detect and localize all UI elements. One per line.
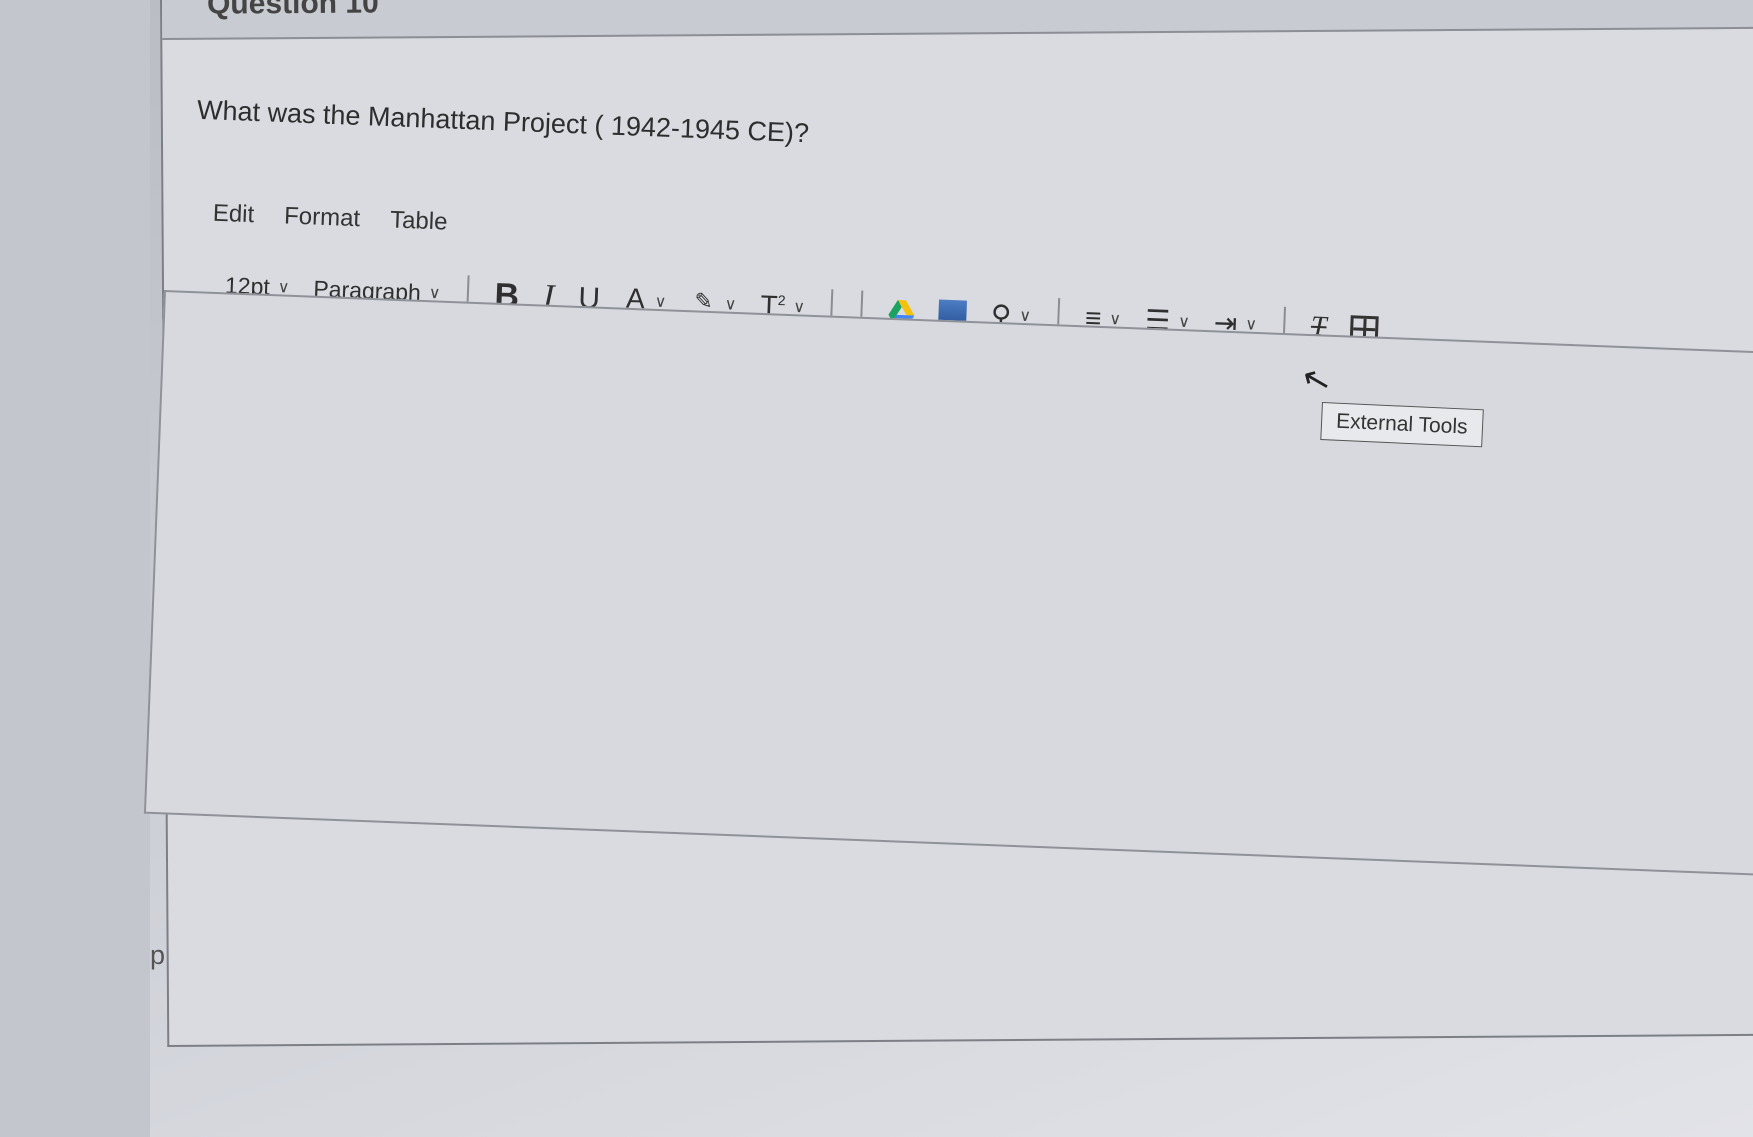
tooltip: External Tools xyxy=(1320,402,1484,448)
editor-menu-bar: Edit Format Table xyxy=(212,200,448,237)
menu-table[interactable]: Table xyxy=(390,206,448,236)
question-card: Question 10 What was the Manhattan Proje… xyxy=(143,0,1753,1047)
rich-text-editor-body[interactable] xyxy=(143,289,1753,879)
menu-edit[interactable]: Edit xyxy=(212,200,254,230)
menu-format[interactable]: Format xyxy=(284,202,361,233)
question-prompt: What was the Manhattan Project ( 1942-19… xyxy=(196,94,810,149)
editor-element-path: p xyxy=(150,940,166,970)
question-header: Question 10 xyxy=(161,0,1753,40)
question-number: Question 10 xyxy=(206,0,379,21)
left-margin xyxy=(0,0,150,1137)
screen: Question 10 What was the Manhattan Proje… xyxy=(0,0,1753,1137)
